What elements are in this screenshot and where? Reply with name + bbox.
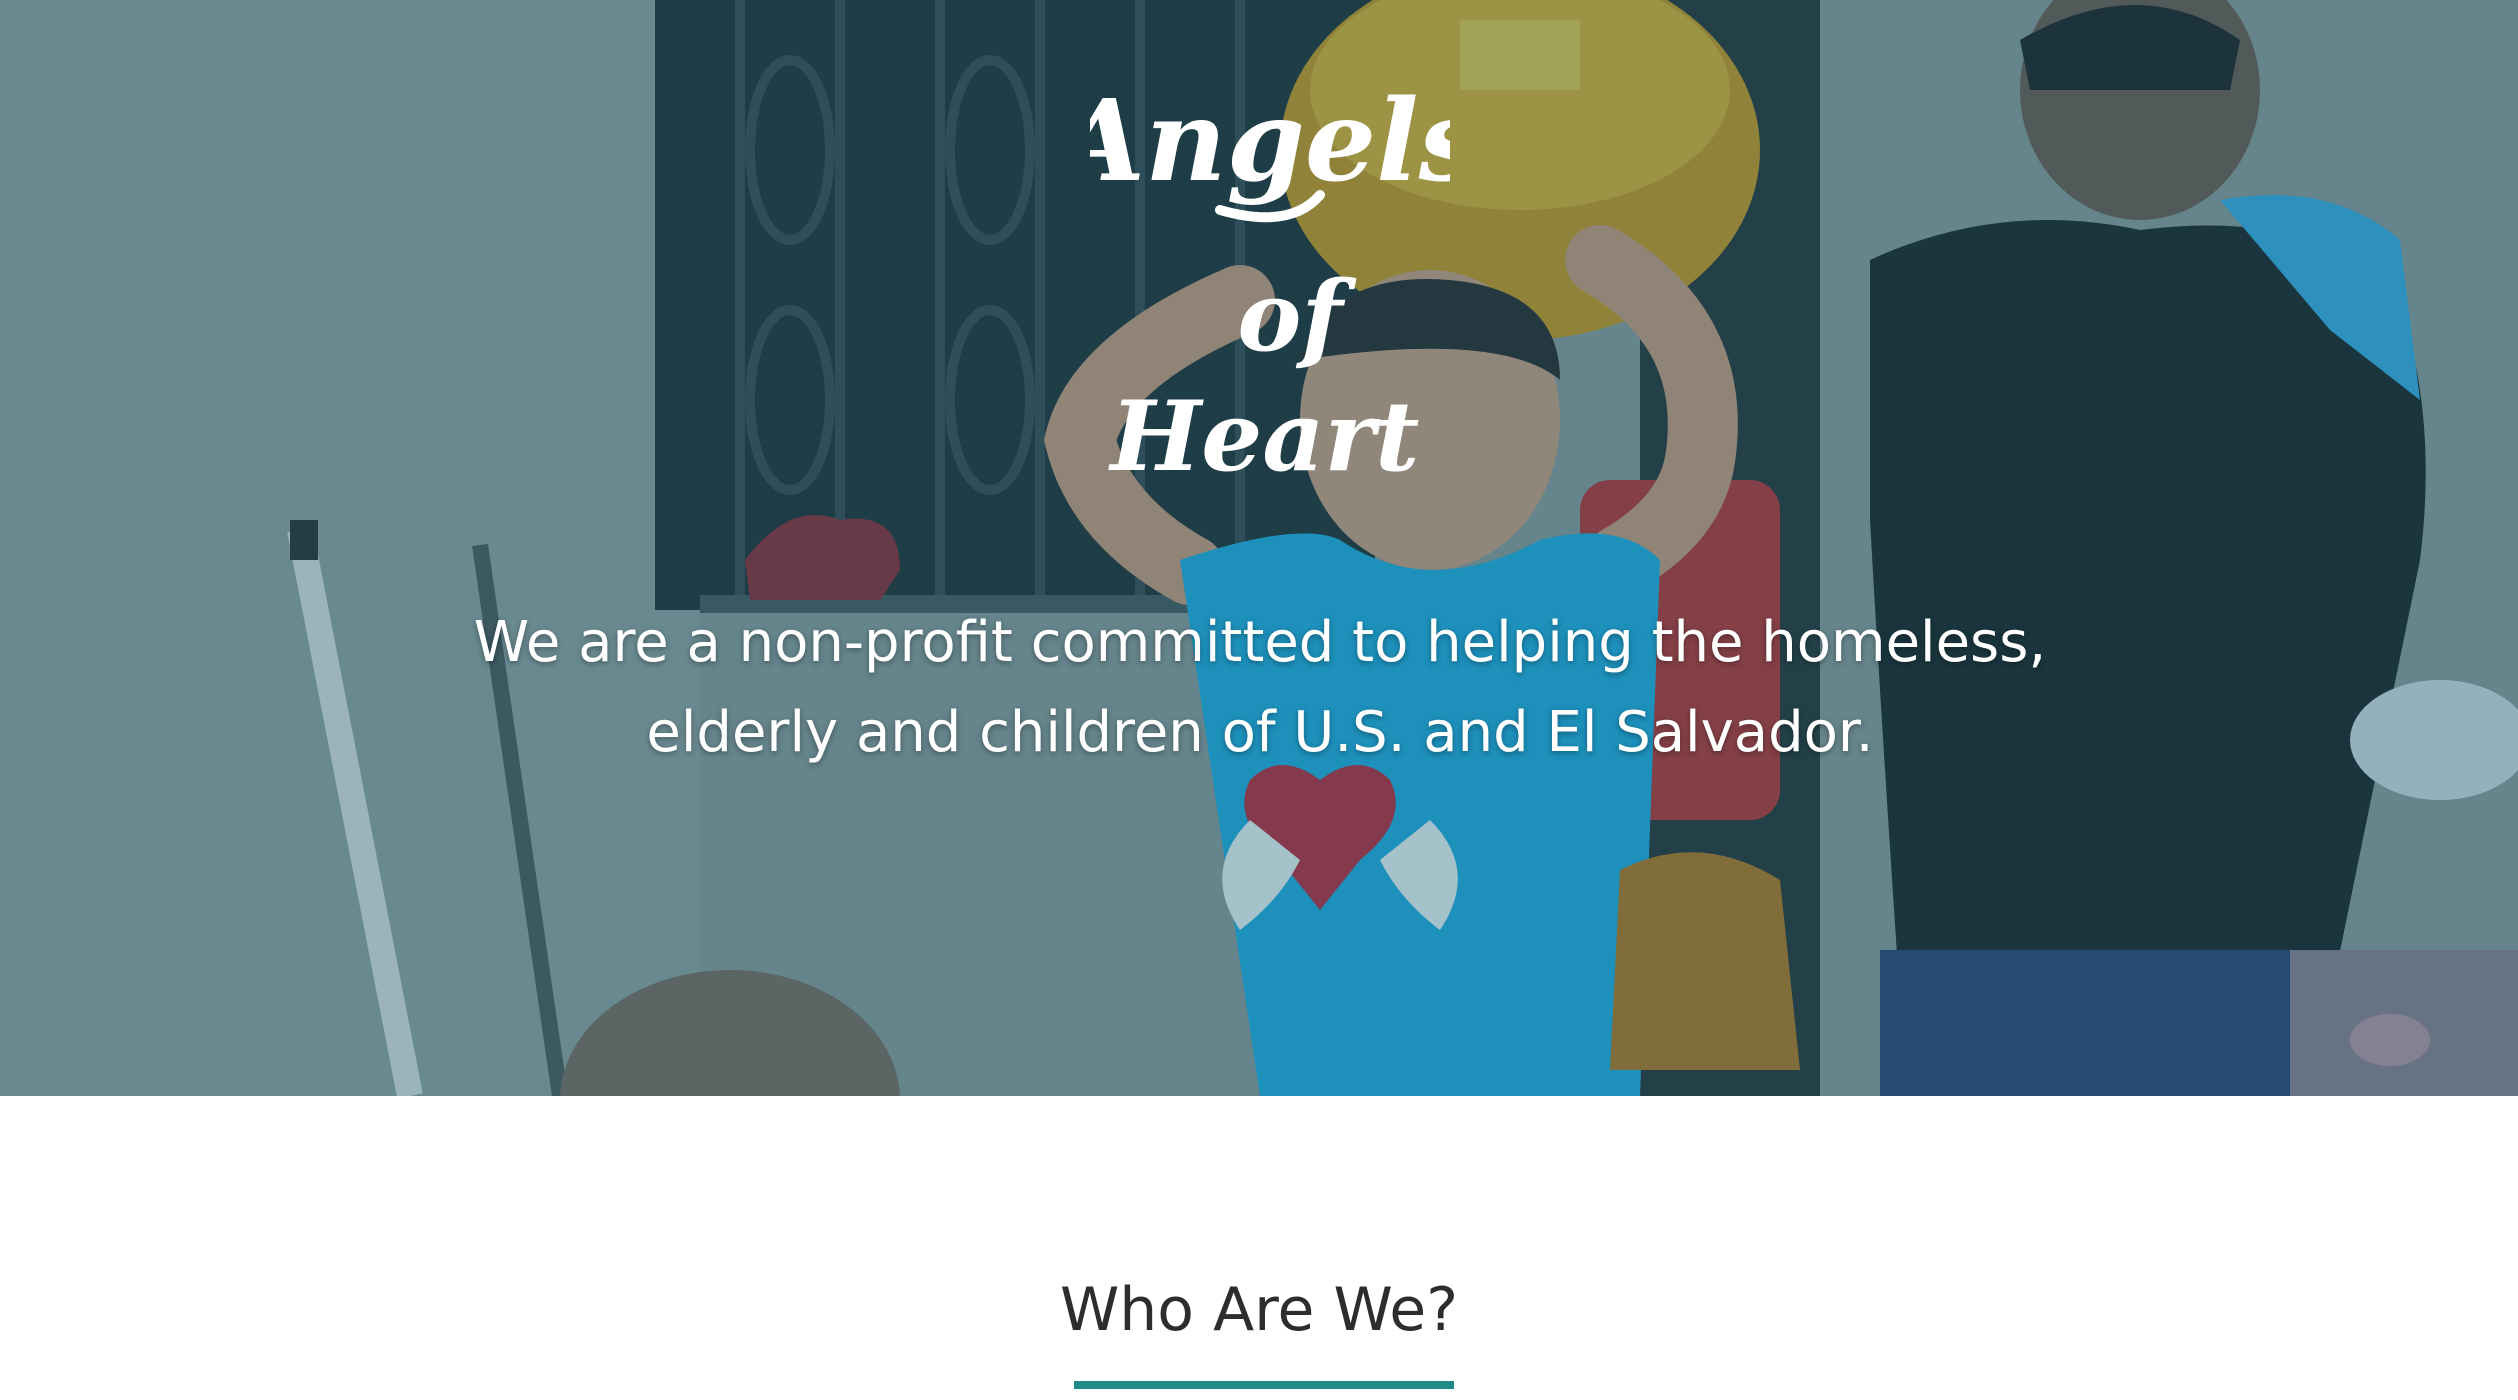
page: Angels of Heart We are a non-profit comm… — [0, 0, 2518, 1400]
section-title-underline — [1074, 1381, 1454, 1389]
section-title-who-are-we: Who Are We? — [1059, 1275, 1459, 1345]
tagline-line-2: elderly and children of U.S. and El Salv… — [646, 700, 1874, 765]
hero-banner: Angels of Heart We are a non-profit comm… — [0, 0, 2518, 1096]
logo-line-angels: Angels — [1090, 76, 1450, 207]
angels-of-heart-logo[interactable]: Angels of Heart — [1090, 60, 1450, 500]
hero-tagline: We are a non-profit committed to helping… — [360, 598, 2160, 778]
logo-line-heart: Heart — [1108, 380, 1420, 493]
logo-line-of: of — [1237, 260, 1357, 373]
tagline-line-1: We are a non-profit committed to helping… — [473, 610, 2047, 675]
